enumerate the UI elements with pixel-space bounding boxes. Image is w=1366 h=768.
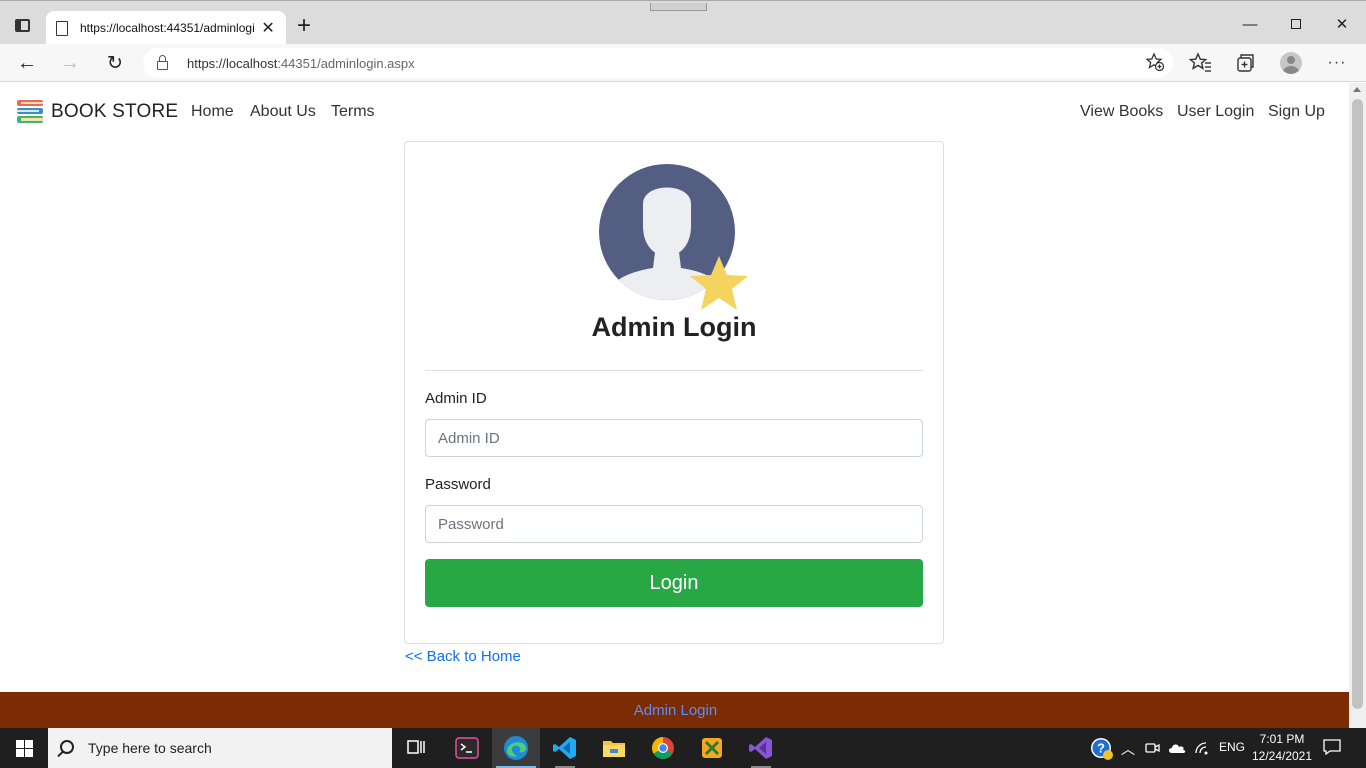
taskbar: Type here to search ? ︿ ENG 7:01 PM 12/2… <box>0 728 1366 768</box>
nav-link-user-login[interactable]: User Login <box>1177 103 1254 121</box>
collections-icon[interactable] <box>1232 50 1258 76</box>
url-host: https://localhost <box>187 55 278 71</box>
folder-icon <box>603 741 625 757</box>
tab-actions-icon[interactable] <box>8 11 36 39</box>
forward-button[interactable]: → <box>56 49 84 77</box>
edge-browser-icon <box>504 736 528 760</box>
page-scrollbar[interactable] <box>1349 83 1366 728</box>
browser-tab-bar: https://localhost:44351/adminlogin.aspx … <box>0 0 1366 45</box>
login-card: Admin Login Admin ID Password Login <box>404 141 944 644</box>
terminal-icon <box>455 737 479 759</box>
search-icon <box>60 740 74 754</box>
site-navbar: BOOK STORE Home About Us Terms View Book… <box>0 83 1349 141</box>
minimize-button[interactable]: — <box>1227 11 1273 37</box>
tab-title: https://localhost:44351/adminlogin.aspx <box>79 21 255 35</box>
task-view-button[interactable] <box>392 728 440 768</box>
nav-link-view-books[interactable]: View Books <box>1080 103 1163 121</box>
search-placeholder: Type here to search <box>88 740 212 756</box>
scroll-thumb[interactable] <box>1352 99 1363 709</box>
page-icon <box>56 20 68 36</box>
address-bar[interactable]: https://localhost:44351/adminlogin.aspx <box>143 48 1173 78</box>
nav-link-sign-up[interactable]: Sign Up <box>1268 103 1325 121</box>
url-text[interactable]: https://localhost:44351/adminlogin.aspx <box>187 56 415 71</box>
books-logo-icon <box>17 100 43 123</box>
admin-id-input[interactable] <box>425 419 923 457</box>
language-indicator[interactable]: ENG <box>1219 740 1245 754</box>
admin-id-label: Admin ID <box>425 390 487 407</box>
divider <box>425 370 923 371</box>
help-icon[interactable]: ? <box>1090 737 1114 761</box>
xampp-icon <box>702 738 722 758</box>
footer: Admin Login <box>0 692 1349 728</box>
edge-app[interactable] <box>492 728 540 768</box>
footer-admin-login-link[interactable]: Admin Login <box>634 702 717 719</box>
lock-icon[interactable] <box>157 55 168 70</box>
admin-avatar-icon <box>599 164 748 310</box>
show-hidden-icons-chevron-icon[interactable]: ︿ <box>1121 739 1135 759</box>
network-wifi-icon[interactable] <box>1194 741 1212 755</box>
chrome-app[interactable] <box>639 728 687 768</box>
maximize-icon <box>1291 19 1301 29</box>
tab-close-button[interactable]: ✕ <box>260 18 276 38</box>
password-input[interactable] <box>425 505 923 543</box>
page-title: Admin Login <box>591 312 757 342</box>
xampp-app[interactable] <box>688 728 736 768</box>
profile-avatar-icon[interactable] <box>1278 50 1304 76</box>
brand-name: BOOK STORE <box>51 101 179 122</box>
nav-link-about-us[interactable]: About Us <box>250 103 316 121</box>
chrome-icon <box>652 737 674 759</box>
add-favorite-icon[interactable] <box>1145 52 1165 72</box>
scroll-up-arrow-icon[interactable] <box>1353 87 1361 92</box>
more-options-icon[interactable]: ··· <box>1324 50 1350 76</box>
close-window-button[interactable]: ✕ <box>1319 11 1365 37</box>
nav-link-home[interactable]: Home <box>191 103 234 121</box>
page-viewport: BOOK STORE Home About Us Terms View Book… <box>0 83 1349 728</box>
back-to-home-link[interactable]: << Back to Home <box>405 648 521 665</box>
onedrive-cloud-icon[interactable] <box>1167 741 1187 755</box>
taskbar-search-box[interactable]: Type here to search <box>48 728 392 768</box>
back-button[interactable]: ← <box>13 49 41 77</box>
new-tab-button[interactable]: + <box>292 14 316 39</box>
refresh-button[interactable]: ↻ <box>101 49 129 77</box>
brand[interactable]: BOOK STORE <box>15 97 178 127</box>
start-button[interactable] <box>0 728 48 768</box>
favorites-icon[interactable] <box>1188 50 1214 76</box>
system-clock[interactable]: 7:01 PM 12/24/2021 <box>1250 731 1314 765</box>
visual-studio-app[interactable] <box>737 728 785 768</box>
url-path: :44351/adminlogin.aspx <box>277 55 415 71</box>
meet-now-icon[interactable] <box>1145 740 1161 756</box>
vscode-app[interactable] <box>541 728 589 768</box>
windows-logo-icon <box>15 739 33 757</box>
visual-studio-icon <box>749 737 772 759</box>
login-button[interactable]: Login <box>425 559 923 607</box>
notifications-icon[interactable] <box>1322 738 1342 756</box>
terminal-app[interactable] <box>443 728 491 768</box>
clock-date: 12/24/2021 <box>1251 749 1313 763</box>
file-explorer-app[interactable] <box>590 728 638 768</box>
browser-toolbar: ← → ↻ https://localhost:44351/adminlogin… <box>0 44 1366 82</box>
task-view-icon <box>407 740 425 754</box>
window-drag-handle[interactable] <box>650 3 707 11</box>
clock-time: 7:01 PM <box>1259 732 1305 746</box>
browser-tab[interactable]: https://localhost:44351/adminlogin.aspx … <box>46 11 286 45</box>
nav-link-terms[interactable]: Terms <box>331 103 375 121</box>
vscode-icon <box>553 737 576 759</box>
maximize-button[interactable] <box>1273 11 1319 37</box>
password-label: Password <box>425 476 491 493</box>
